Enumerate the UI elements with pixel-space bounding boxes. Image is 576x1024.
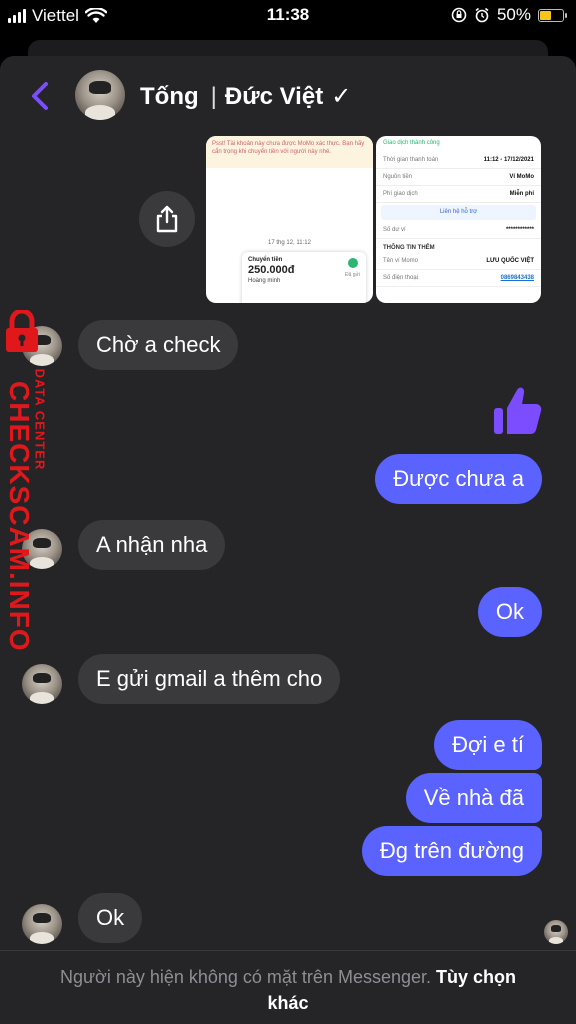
receipt-row: Tên ví Momo LƯU QUỐC VIỆT [376,253,541,270]
battery-fill [540,10,551,20]
contact-avatar[interactable] [75,70,125,120]
message-bubble-incoming[interactable]: Ok [78,893,143,943]
receipt-success: Giao dịch thành công [383,140,440,146]
unavailable-notice: Người này hiện không có mặt trên Messeng… [59,967,432,987]
success-check-icon [348,258,358,268]
receipt-row-value: Miễn phí [509,191,534,197]
receipt-row-label: Thời gian thanh toán [383,157,439,163]
seen-indicator-avatar [544,920,568,944]
status-bar: Viettel 11:38 50% [0,0,576,32]
watermark-brand: CHECKSCAM.INFO [4,381,35,652]
receipt-row-value: 11:12 - 17/12/2021 [483,157,534,163]
contact-full-name: Đức Việt [224,82,324,110]
battery-percent: 50% [496,5,531,24]
attachment-image-receipt[interactable]: Giao dịch thành công Thời gian thanh toá… [376,136,541,303]
balance-label: Số dư ví [383,227,406,233]
more-info-title: THÔNG TIN THÊM [383,245,435,251]
message-bubble-outgoing[interactable]: Đợi e tí [434,720,542,770]
wallet-name-label: Tên ví Momo [383,258,419,264]
receipt-row-label: Nguồn tiền [383,174,413,180]
sender-avatar[interactable] [22,664,62,704]
transfer-label: Chuyển tiền [248,257,283,263]
receipt-row: Phí giao dịch Miễn phí [376,186,541,203]
message-bubble-outgoing[interactable]: Về nhà đã [405,773,542,823]
receipt-row: Thời gian thanh toán 11:12 - 17/12/2021 [376,152,541,169]
support-link: Liên hệ hỗ trợ [381,205,536,220]
status-right: 50% [451,5,567,25]
wallet-name: LƯU QUỐC VIỆT [486,258,534,264]
message-bubble-incoming[interactable]: E gửi gmail a thêm cho [78,654,341,704]
verified-mark: ✓ [331,83,352,110]
message-bubble-outgoing[interactable]: Ok [477,587,542,637]
attachment-image-transfer[interactable]: Psst! Tài khoản này chưa được MoMo xác t… [206,136,373,303]
balance-value: ************ [505,227,534,233]
receipt-row: Số điện thoại 0869843438 [376,270,541,287]
receipt-row: Số dư ví ************ [376,222,541,239]
chat-header: Tống | Đức Việt ✓ [0,56,576,134]
footer-divider [0,950,576,951]
receipt-row: Nguồn tiền Ví MoMo [376,169,541,186]
contact-first-name: Tống [140,82,199,110]
footer-notice: Người này hiện không có mặt trên Messeng… [40,964,536,1016]
watermark: DATA CENTER CHECKSCAM.INFO [0,310,70,652]
alarm-icon [475,7,489,23]
message-bubble-outgoing[interactable]: Đg trên đường [361,826,542,876]
transfer-date: 17 thg 12, 11:12 [268,240,311,246]
transfer-amount: 250.000đ [248,264,295,276]
transfer-card: Chuyển tiền 250.000đ Hoàng minh Đã gửi [242,252,366,303]
sender-avatar[interactable] [22,904,62,944]
name-separator: | [210,82,217,110]
orientation-lock-icon [451,7,467,23]
momo-warning-text: Psst! Tài khoản này chưa được MoMo xác t… [206,136,373,168]
message-bubble-incoming[interactable]: A nhận nha [78,520,226,570]
receipt-rows: Thời gian thanh toán 11:12 - 17/12/2021 Ng… [376,152,541,203]
receipt-row-label: Phí giao dịch [383,191,418,197]
back-chevron-icon[interactable] [24,76,60,116]
message-bubble-outgoing[interactable]: Được chưa a [375,454,542,504]
phone-label: Số điện thoại [383,275,419,281]
share-button[interactable] [139,191,195,247]
message-bubble-incoming[interactable]: Chờ a check [78,320,239,370]
transfer-sender: Hoàng minh [248,278,281,284]
transfer-status: Đã gửi [344,272,360,278]
thumbs-up-icon[interactable] [490,384,544,438]
battery-icon [538,8,567,22]
share-icon [156,205,178,233]
contact-name[interactable]: Tống | Đức Việt ✓ [140,82,351,111]
phone-number: 0869843438 [500,275,534,281]
receipt-row-value: Ví MoMo [509,174,534,180]
